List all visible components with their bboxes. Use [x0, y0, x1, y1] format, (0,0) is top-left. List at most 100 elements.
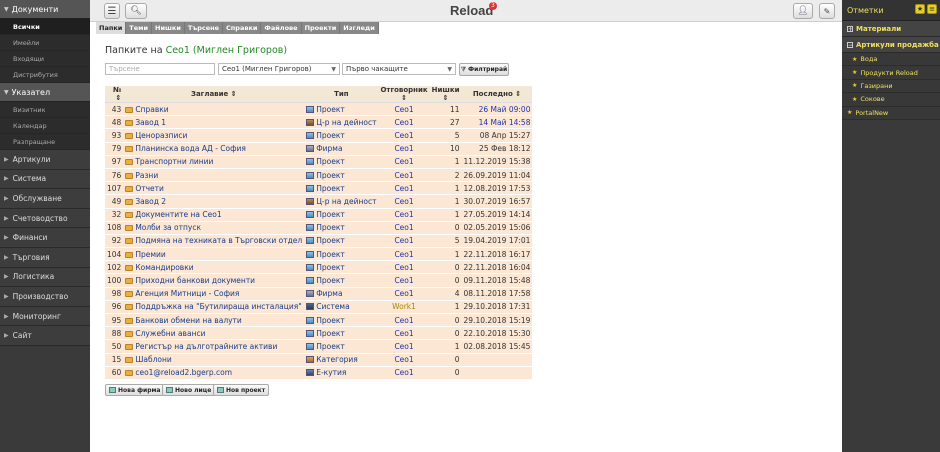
table-row[interactable]: 97 Транспортни линии Проект Сео1 1 11.12.2019…: [105, 155, 533, 169]
row-type[interactable]: Проект: [304, 181, 379, 196]
row-type[interactable]: Ц-р на дейност: [304, 115, 379, 130]
table-row[interactable]: 76 Разни Проект Сео1 2 26.09.2019 11:04: [105, 168, 533, 183]
sidebar-section-documents[interactable]: ▼ Документи: [0, 0, 90, 19]
row-owner[interactable]: Сео1: [378, 194, 430, 209]
row-title[interactable]: Подмяна на техниката в Търговски отдел: [123, 234, 305, 249]
sidebar-item-mailing[interactable]: Разпращане: [0, 134, 90, 150]
table-row[interactable]: 50 Регистър на дълготрайните активи Проект…: [105, 339, 533, 354]
tab[interactable]: Файлове: [261, 22, 302, 34]
profile-button[interactable]: 👤︎: [793, 3, 813, 19]
row-owner[interactable]: Сео1: [378, 273, 430, 288]
sidebar-category[interactable]: ▶ Производство: [0, 287, 90, 307]
list-icon[interactable]: ≡: [927, 4, 937, 14]
row-type[interactable]: Проект: [304, 102, 379, 117]
row-title[interactable]: Молби за отпуск: [123, 221, 305, 235]
row-type[interactable]: Проект: [304, 234, 379, 249]
row-owner[interactable]: Сео1: [378, 234, 430, 249]
table-row[interactable]: 100 Приходни банкови документи Проект Сео1 0…: [105, 273, 533, 288]
page-title-user[interactable]: Сео1 (Миглен Григоров): [166, 45, 288, 56]
notification-badge[interactable]: 3: [489, 2, 497, 10]
bookmark-item[interactable]: ★ Продукти Reload: [842, 66, 940, 80]
row-owner[interactable]: Сео1: [378, 353, 430, 367]
row-title[interactable]: Транспортни линии: [123, 155, 305, 169]
table-row[interactable]: 88 Служебни аванси Проект Сео1 0 22.10.2018 1…: [105, 326, 533, 341]
row-owner[interactable]: Сео1: [378, 339, 430, 354]
table-row[interactable]: 93 Ценоразписи Проект Сео1 5 08 Апр 15:27: [105, 128, 533, 143]
table-row[interactable]: 32 Документите на Сео1 Проект Сео1 1 27.05.20…: [105, 208, 533, 222]
col-header-num[interactable]: № ⇕: [105, 86, 124, 103]
sidebar-item-incoming[interactable]: Входящи: [0, 51, 90, 67]
row-type[interactable]: Проект: [304, 339, 379, 354]
row-title[interactable]: Банкови обмени на валути: [123, 313, 305, 328]
row-title[interactable]: Планинска вода АД - София: [123, 142, 305, 156]
table-row[interactable]: 79 Планинска вода АД - София Фирма Сео1 10 25…: [105, 142, 533, 156]
row-title[interactable]: Поддръжка на "Бутилираща инсталация": [123, 300, 305, 315]
sidebar-category[interactable]: ▶ Логистика: [0, 267, 90, 288]
row-title[interactable]: Шаблони: [123, 353, 305, 367]
row-title[interactable]: Отчети: [123, 181, 305, 196]
table-row[interactable]: 96 Поддръжка на "Бутилираща инсталация" Си…: [105, 300, 533, 315]
col-header-title[interactable]: Заглавие ⇕: [123, 86, 305, 103]
sidebar-category[interactable]: ▶ Обслужване: [0, 189, 90, 209]
row-type[interactable]: Проект: [304, 326, 379, 341]
row-owner[interactable]: Сео1: [378, 181, 430, 196]
row-type[interactable]: Проект: [304, 128, 379, 143]
table-row[interactable]: 102 Командировки Проект Сео1 0 22.11.2018 16:…: [105, 260, 533, 275]
table-row[interactable]: 98 Агенция Митници - София Фирма Сео1 4 08.11…: [105, 287, 533, 301]
row-title[interactable]: Командировки: [123, 260, 305, 275]
menu-button[interactable]: ☰: [104, 3, 120, 19]
row-owner[interactable]: Сео1: [378, 221, 430, 235]
new-person-button[interactable]: Ново лице: [162, 384, 216, 396]
table-row[interactable]: 48 Завод 1 Ц-р на дейност Сео1 27 14 Май 14:5…: [105, 115, 533, 130]
search-button[interactable]: 🔍︎: [125, 3, 147, 19]
col-header-last[interactable]: Последно ⇕: [461, 86, 533, 103]
col-header-owner[interactable]: Отговорник ⇕: [378, 86, 430, 103]
table-row[interactable]: 107 Отчети Проект Сео1 1 12.08.2019 17:53: [105, 181, 533, 196]
row-title[interactable]: Разни: [123, 168, 305, 183]
row-owner[interactable]: Сео1: [378, 115, 430, 130]
table-row[interactable]: 92 Подмяна на техниката в Търговски отдел…: [105, 234, 533, 249]
search-input[interactable]: Търсене: [105, 63, 215, 75]
sidebar-category[interactable]: ▶ Артикули: [0, 150, 90, 170]
table-row[interactable]: 108 Молби за отпуск Проект Сео1 0 02.05.2019 …: [105, 221, 533, 235]
table-row[interactable]: 60 ceo1@reload2.bgerp.com Е-кутия Сео1 0: [105, 366, 533, 380]
tab[interactable]: Търсене: [184, 22, 224, 34]
row-owner[interactable]: Сео1: [378, 155, 430, 169]
row-title[interactable]: Ценоразписи: [123, 128, 305, 143]
bookmark-section[interactable]: + Материали: [842, 21, 940, 37]
sidebar-category[interactable]: ▶ Търговия: [0, 247, 90, 268]
row-type[interactable]: Категория: [304, 353, 379, 367]
row-type[interactable]: Е-кутия: [304, 366, 379, 380]
tab[interactable]: Проекти: [301, 22, 341, 34]
tab[interactable]: Нишки: [152, 22, 185, 34]
row-title[interactable]: Приходни банкови документи: [123, 273, 305, 288]
table-row[interactable]: 49 Завод 2 Ц-р на дейност Сео1 1 30.07.2019 1…: [105, 194, 533, 209]
sidebar-category[interactable]: ▶ Сайт: [0, 326, 90, 346]
table-row[interactable]: 95 Банкови обмени на валути Проект Сео1 0 29.…: [105, 313, 533, 328]
row-owner[interactable]: Work1: [378, 300, 430, 315]
row-type[interactable]: Проект: [304, 221, 379, 235]
row-title[interactable]: Агенция Митници - София: [123, 287, 305, 301]
pin-button[interactable]: ✎: [819, 3, 835, 19]
tab[interactable]: Теми: [126, 22, 153, 34]
row-title[interactable]: ceo1@reload2.bgerp.com: [123, 366, 305, 380]
row-owner[interactable]: Сео1: [378, 168, 430, 183]
row-type[interactable]: Проект: [304, 208, 379, 222]
row-type[interactable]: Проект: [304, 313, 379, 328]
row-type[interactable]: Фирма: [304, 287, 379, 301]
row-type[interactable]: Проект: [304, 273, 379, 288]
row-owner[interactable]: Сео1: [378, 247, 430, 262]
table-row[interactable]: 43 Справки Проект Сео1 11 26 Май 09:00: [105, 102, 533, 117]
row-title[interactable]: Служебни аванси: [123, 326, 305, 341]
bookmark-item[interactable]: ★ Вода: [842, 53, 940, 67]
row-owner[interactable]: Сео1: [378, 313, 430, 328]
row-owner[interactable]: Сео1: [378, 326, 430, 341]
row-title[interactable]: Завод 2: [123, 194, 305, 209]
bookmark-item[interactable]: ★ Газирани: [842, 79, 940, 94]
row-owner[interactable]: Сео1: [378, 208, 430, 222]
order-select[interactable]: Първо чакащите ▼: [342, 63, 456, 75]
sidebar-section-indicator[interactable]: ▼ Указател: [0, 83, 90, 102]
tab[interactable]: Изгледи: [340, 22, 379, 34]
row-type[interactable]: Проект: [304, 247, 379, 262]
row-title[interactable]: Премии: [123, 247, 305, 262]
